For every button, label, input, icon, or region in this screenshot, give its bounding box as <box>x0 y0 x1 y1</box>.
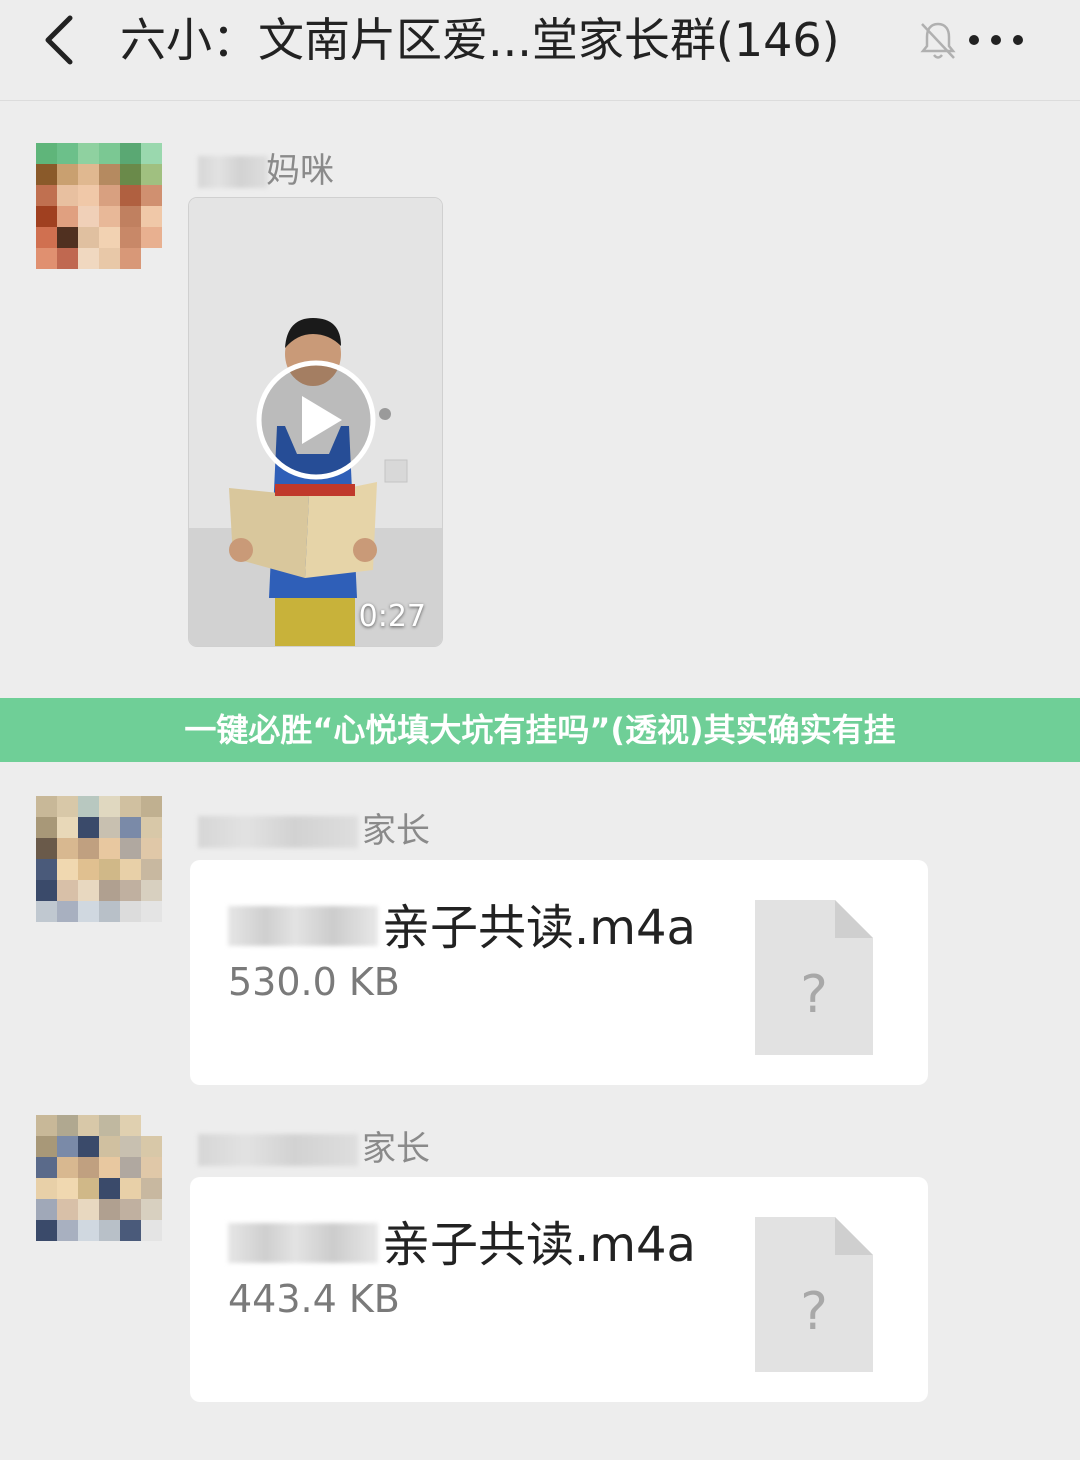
play-icon[interactable] <box>254 358 378 482</box>
avatar[interactable] <box>36 796 162 922</box>
chat-title: 六小：文南片区爱...堂家长群(146) <box>120 13 840 67</box>
file-message[interactable]: 亲子共读.m4a 443.4 KB ? <box>190 1177 928 1402</box>
file-name: 亲子共读.m4a <box>382 900 696 956</box>
file-size: 530.0 KB <box>228 960 400 1004</box>
mute-icon <box>920 22 956 59</box>
blurred-filename-prefix <box>228 1223 378 1263</box>
file-message[interactable]: 亲子共读.m4a 530.0 KB ? <box>190 860 928 1085</box>
sender-name-text: 家长 <box>362 1129 430 1169</box>
file-name: 亲子共读.m4a <box>382 1217 696 1273</box>
svg-text:?: ? <box>800 1282 828 1342</box>
back-icon[interactable] <box>38 12 82 68</box>
unknown-file-icon: ? <box>755 1217 873 1372</box>
sender-name-text: 家长 <box>362 811 430 851</box>
chat-header: 六小：文南片区爱...堂家长群(146) <box>0 0 1080 101</box>
sender-name-text: 妈咪 <box>266 151 334 191</box>
video-duration: 0:27 <box>358 599 426 634</box>
more-icon[interactable] <box>966 20 1026 60</box>
svg-text:?: ? <box>800 965 828 1025</box>
video-message[interactable]: 0:27 <box>189 198 442 646</box>
file-size: 443.4 KB <box>228 1277 400 1321</box>
avatar[interactable] <box>36 1115 162 1241</box>
promo-banner: 一键必胜“心悦填大坑有挂吗”(透视)其实确实有挂 <box>0 698 1080 762</box>
blurred-filename-prefix <box>228 906 378 946</box>
unknown-file-icon: ? <box>755 900 873 1055</box>
avatar[interactable] <box>36 143 162 269</box>
